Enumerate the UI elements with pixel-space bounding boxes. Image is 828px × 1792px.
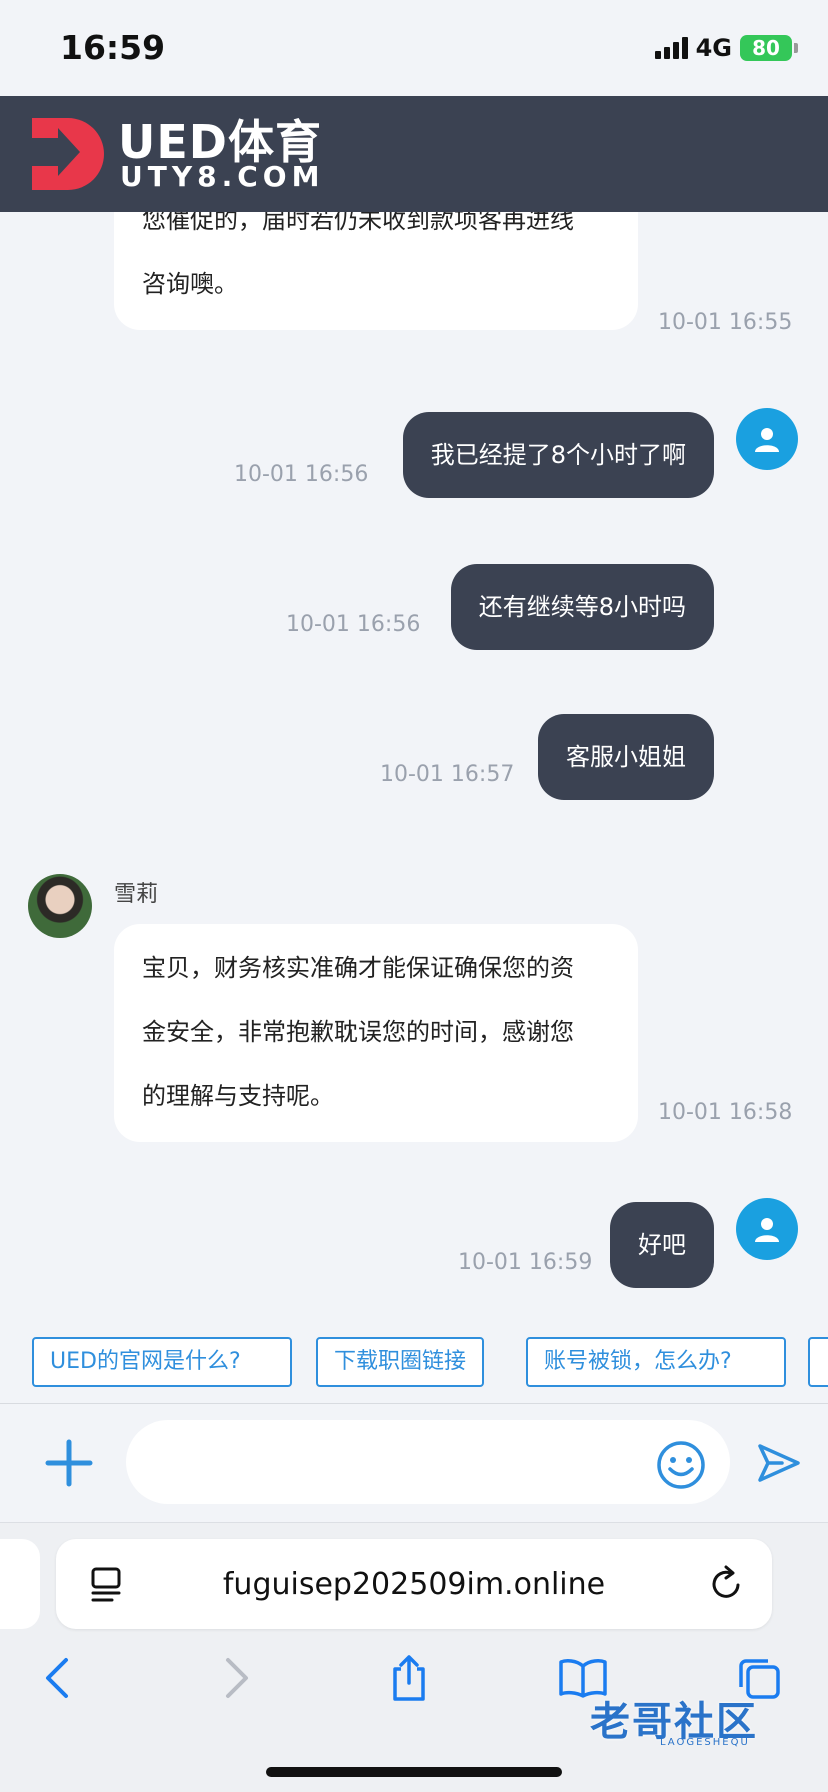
plus-icon[interactable]: [44, 1438, 94, 1488]
message-input[interactable]: [126, 1420, 730, 1504]
message-timestamp: 10-01 16:59: [458, 1250, 593, 1275]
user-icon: [755, 428, 779, 452]
message-line: 金安全，非常抱歉耽误您的时间，感谢您: [142, 1018, 574, 1046]
user-avatar: [736, 408, 798, 470]
agent-avatar: [28, 874, 92, 938]
battery-icon: 80: [740, 35, 798, 61]
user-icon: [755, 1218, 779, 1242]
brand-domain: UTY8.COM: [120, 160, 325, 193]
quick-reply-bar[interactable]: UED的官网是什么? 下载职圈链接 账号被锁，怎么办?: [0, 1322, 828, 1404]
user-message: 客服小姐姐: [538, 714, 714, 800]
agent-message: 宝贝，财务核实准确才能保证确保您的资 金安全，非常抱歉耽误您的时间，感谢您 的理…: [114, 924, 638, 1142]
network-type: 4G: [695, 34, 732, 62]
browser-toolbar: fuguisep202509im.online 老哥社区 LAOGESHEQU: [0, 1522, 828, 1792]
quick-reply-official-site[interactable]: UED的官网是什么?: [32, 1337, 292, 1387]
chat-area[interactable]: 您催促的，届时若仍未收到款项客再进线 咨询噢。 10-01 16:55 我已经提…: [0, 212, 828, 1322]
message-timestamp: 10-01 16:55: [658, 310, 793, 335]
status-bar: 16:59 4G 80: [0, 0, 828, 96]
previous-tab-preview[interactable]: [0, 1539, 40, 1629]
quick-reply-account-locked[interactable]: 账号被锁，怎么办?: [526, 1337, 786, 1387]
address-bar[interactable]: fuguisep202509im.online: [56, 1539, 772, 1629]
quick-reply-more[interactable]: [808, 1337, 828, 1387]
forward-button[interactable]: [212, 1653, 262, 1703]
chevron-right-icon: [226, 1658, 248, 1698]
battery-level: 80: [752, 36, 780, 60]
reload-icon[interactable]: [708, 1565, 744, 1603]
chevron-left-icon: [46, 1658, 68, 1698]
message-line: 宝贝，财务核实准确才能保证确保您的资: [142, 954, 574, 982]
back-button[interactable]: [32, 1653, 82, 1703]
address-url: fuguisep202509im.online: [222, 1567, 606, 1602]
message-timestamp: 10-01 16:56: [286, 612, 421, 637]
message-timestamp: 10-01 16:57: [380, 762, 515, 787]
home-indicator[interactable]: [266, 1767, 562, 1777]
agent-name: 雪莉: [114, 882, 159, 907]
user-avatar: [736, 1198, 798, 1260]
message-timestamp: 10-01 16:56: [234, 462, 369, 487]
share-button[interactable]: [384, 1653, 434, 1703]
user-message: 还有继续等8小时吗: [450, 564, 714, 650]
status-time: 16:59: [60, 28, 166, 67]
message-line: 的理解与支持呢。: [142, 1082, 334, 1110]
input-bar: [0, 1404, 828, 1522]
share-icon: [393, 1655, 425, 1701]
agent-message: 您催促的，届时若仍未收到款项客再进线 咨询噢。: [114, 212, 638, 330]
user-message: 我已经提了8个小时了啊: [402, 412, 714, 498]
brand-logo-icon: [32, 118, 104, 190]
user-message: 好吧: [610, 1202, 714, 1288]
status-indicators: 4G 80: [654, 34, 798, 62]
message-line: 您催促的，届时若仍未收到款项客再进线: [142, 212, 574, 234]
signal-icon: [654, 37, 688, 59]
send-icon[interactable]: [756, 1440, 802, 1486]
emoji-icon[interactable]: [656, 1440, 706, 1490]
quick-reply-download-link[interactable]: 下载职圈链接: [316, 1337, 485, 1387]
watermark-sub: LAOGESHEQU: [660, 1737, 750, 1748]
message-timestamp: 10-01 16:58: [658, 1100, 793, 1125]
message-line: 咨询噢。: [142, 270, 238, 298]
app-header: UED体育 UTY8.COM: [0, 96, 828, 212]
